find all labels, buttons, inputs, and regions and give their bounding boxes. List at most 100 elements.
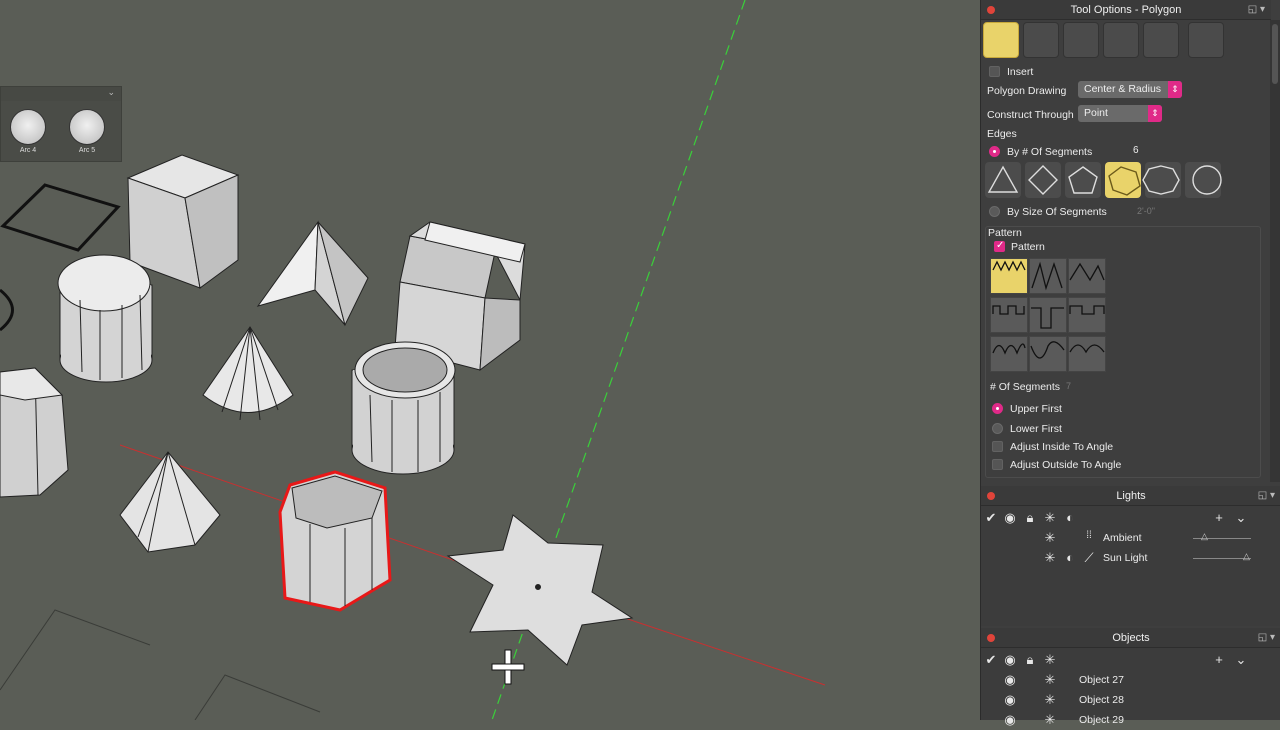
sun-icon: ✳ [1044, 530, 1056, 545]
objects-panel: Objects ◱ ▾ ✔ ◉ 🔒︎ ✳ + ⌄ ◉ ✳ Object 27 ◉… [981, 628, 1280, 727]
crosshair-cursor-icon [491, 649, 525, 685]
square-frame-object[interactable] [0, 183, 121, 252]
slider-handle-icon[interactable]: △ [1201, 531, 1208, 542]
checkmark-icon[interactable]: ✔ [983, 652, 999, 668]
lights-panel: Lights ◱ ▾ ✔ ◉ 🔒︎ ✳ ◐ + ⌄ ✳ ⁞⁞ Ambient △… [981, 486, 1280, 626]
sun-icon[interactable]: ✳ [1042, 712, 1058, 728]
chevron-updown-icon: ⇕ [1148, 105, 1162, 122]
eye-icon[interactable]: ◉ [1002, 510, 1018, 526]
arc-dial-icon [10, 109, 46, 145]
objects-toolbar: ✔ ◉ 🔒︎ ✳ + ⌄ [981, 650, 1271, 670]
cube-object[interactable] [126, 154, 240, 289]
tool-options-title: Tool Options - Polygon [1070, 4, 1182, 16]
size-segments-input[interactable]: 2'-0" [1137, 206, 1155, 216]
edges-label: Edges [987, 128, 1017, 140]
scrollbar-thumb[interactable] [1272, 24, 1278, 84]
add-icon[interactable]: + [1211, 510, 1227, 525]
shape-glyphs [987, 165, 1222, 196]
object-row[interactable]: ◉ ✳ Object 28 [981, 690, 1271, 710]
construct-through-value: Point [1084, 107, 1108, 119]
sun-icon[interactable]: ✳ [1042, 652, 1058, 668]
frame-icon[interactable] [1188, 22, 1224, 58]
3d-viewport[interactable]: ⌄ Arc 4 Arc 5 [0, 0, 980, 720]
lights-toolbar: ✔ ◉ 🔒︎ ✳ ◐ + ⌄ [981, 508, 1271, 528]
num-segments-input[interactable]: 6 [1133, 145, 1139, 156]
light-name: Ambient [1103, 532, 1142, 544]
lock-icon[interactable]: 🔒︎ [1022, 510, 1038, 526]
object-row[interactable]: ◉ ✳ Object 29 [981, 710, 1271, 730]
upper-first-radio[interactable] [992, 403, 1003, 414]
sun-icon[interactable]: ✳ [1042, 510, 1058, 526]
close-icon[interactable] [987, 6, 995, 14]
by-num-segments-radio[interactable] [989, 146, 1000, 157]
ground-line [194, 674, 321, 720]
slider-handle-icon[interactable]: △ [1243, 551, 1250, 562]
sun-icon[interactable]: ✳ [1042, 672, 1058, 688]
light-row-sun[interactable]: ✳ ◐ ⟋ Sun Light △ [981, 548, 1271, 568]
panel-controls-icon[interactable]: ◱ ▾ [1248, 0, 1265, 20]
by-size-segments-radio[interactable] [989, 206, 1000, 217]
pyramid-object[interactable] [256, 220, 369, 327]
ring-object[interactable] [0, 288, 14, 332]
by-size-segments-label: By Size Of Segments [1007, 206, 1107, 218]
add-icon[interactable]: + [1211, 652, 1227, 667]
tool-options-titlebar: Tool Options - Polygon ◱ ▾ [981, 0, 1271, 20]
object-name: Object 27 [1079, 674, 1124, 686]
object-row[interactable]: ◉ ✳ Object 27 [981, 670, 1271, 690]
direction-icon: ⟋ [1084, 550, 1094, 565]
pattern-glyphs [992, 260, 1105, 359]
adjust-outside-checkbox[interactable] [992, 459, 1003, 470]
pattern-segments-input[interactable]: 7 [1066, 381, 1071, 391]
objects-title: Objects [1112, 632, 1150, 644]
lock-icon[interactable]: 🔒︎ [1022, 652, 1038, 668]
chevron-down-icon[interactable]: ⌄ [1233, 510, 1249, 526]
hex-pyramid-object[interactable] [119, 451, 221, 553]
eye-icon[interactable]: ◉ [1002, 652, 1018, 668]
chevron-down-icon[interactable]: ⌄ [107, 87, 115, 98]
polygon-drawing-select[interactable]: Center & Radius ⇕ [1078, 81, 1182, 98]
cone-object[interactable] [202, 326, 294, 421]
panel-controls-icon[interactable]: ◱ ▾ [1258, 628, 1275, 648]
insert-label: Insert [1007, 66, 1034, 78]
polygon-outline-icon[interactable] [1023, 22, 1059, 58]
star-object[interactable] [446, 514, 634, 666]
selected-hex-tube-object[interactable] [278, 470, 392, 612]
arc-tool-label: Arc 5 [78, 147, 96, 154]
polygon-fill-icon[interactable] [983, 22, 1019, 58]
checkmark-icon[interactable]: ✔ [983, 510, 999, 526]
adjust-inside-label: Adjust Inside To Angle [1010, 441, 1114, 453]
panel-controls-icon[interactable]: ◱ ▾ [1258, 486, 1275, 506]
eye-icon[interactable]: ◉ [1002, 692, 1018, 708]
tube-object[interactable] [351, 341, 456, 475]
arc-4-tool-button[interactable]: Arc 4 [8, 109, 48, 154]
hex-prism-object[interactable] [0, 367, 69, 498]
adjust-inside-checkbox[interactable] [992, 441, 1003, 452]
sun-icon[interactable]: ✳ [1042, 692, 1058, 708]
box-extrude-icon[interactable] [1063, 22, 1099, 58]
right-panel: Tool Options - Polygon ◱ ▾ Insert Polygo… [980, 0, 1280, 727]
scene-canvas[interactable] [0, 0, 980, 720]
cylinder-object[interactable] [57, 254, 153, 383]
shading-icon: ◐ [1066, 550, 1074, 565]
box-extrude-up-icon[interactable] [1143, 22, 1179, 58]
close-icon[interactable] [987, 634, 995, 642]
object-name: Object 29 [1079, 714, 1124, 726]
sun-icon: ✳ [1044, 550, 1056, 565]
insert-checkbox[interactable] [989, 66, 1000, 77]
lower-first-radio[interactable] [992, 423, 1003, 434]
chevron-down-icon[interactable]: ⌄ [1233, 652, 1249, 668]
pattern-checkbox[interactable] [994, 240, 1005, 252]
construct-through-select[interactable]: Point ⇕ [1078, 105, 1162, 122]
eye-icon[interactable]: ◉ [1002, 672, 1018, 688]
arc-dial-icon [69, 109, 105, 145]
arc-5-tool-button[interactable]: Arc 5 [67, 109, 107, 154]
arc-tool-palette: ⌄ Arc 4 Arc 5 [0, 86, 122, 162]
light-name: Sun Light [1103, 552, 1148, 564]
arc-tool-label: Arc 4 [19, 147, 37, 154]
tool-options-scrollbar[interactable] [1270, 20, 1280, 482]
pyramid-extrude-icon[interactable] [1103, 22, 1139, 58]
light-row-ambient[interactable]: ✳ ⁞⁞ Ambient △ [981, 528, 1271, 548]
shading-icon[interactable]: ◐ [1062, 510, 1078, 525]
close-icon[interactable] [987, 492, 995, 500]
eye-icon[interactable]: ◉ [1002, 712, 1018, 728]
